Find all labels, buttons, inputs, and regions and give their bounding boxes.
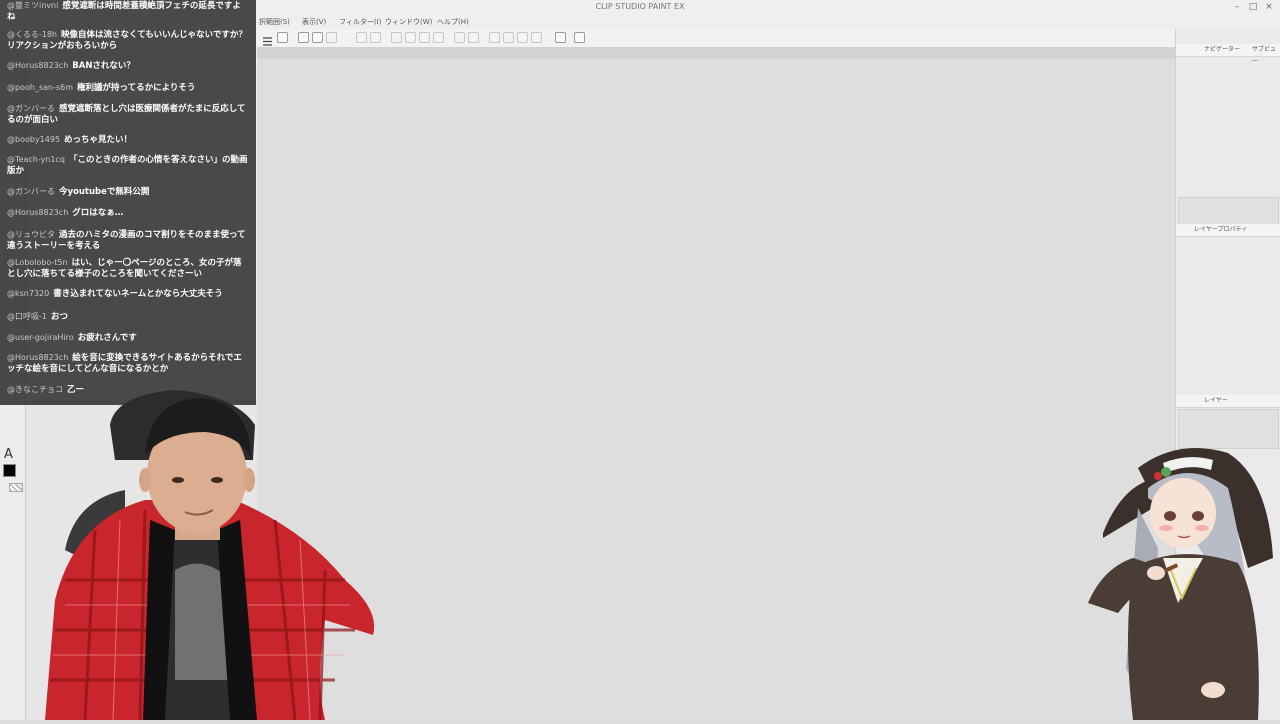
snap-perspective-icon[interactable] (531, 32, 542, 43)
chat-author: @Teach-yn1cq (7, 155, 65, 164)
chat-text: 書き込まれてないネームとかなら大丈夫そう (53, 289, 223, 299)
navigator-panel-header: ナビゲーター サブビュー (1176, 44, 1280, 65)
chat-message: @Teach-yn1cq 「このときの作者の心情を答えなさい」の動画版か (7, 154, 249, 177)
chat-message: @篁ミツinvni 感覚遮断は時間差蓋積絶頂フェチの延長ですよね (7, 0, 249, 23)
chat-author: @Horus8823ch (7, 61, 69, 70)
text-tool-icon[interactable]: A (4, 447, 13, 462)
chat-author: @Horus8823ch (7, 208, 69, 217)
open-file-icon[interactable] (312, 32, 323, 43)
chat-text: 権利議が持ってるかによりそう (77, 83, 196, 93)
chat-message: @booby1495 めっちゃ見たい！ (7, 134, 249, 146)
smartphone-icon[interactable] (555, 32, 566, 43)
transparent-color-swatch[interactable] (9, 483, 23, 492)
save-icon[interactable] (326, 32, 337, 43)
menu-help[interactable]: ヘルプ(H) (437, 17, 469, 27)
menu-window[interactable]: ウィンドウ(W) (385, 17, 432, 27)
chat-message: @pooh_san-s6m 権利議が持ってるかによりそう (7, 82, 249, 94)
subview-tab[interactable]: サブビュー (1252, 44, 1280, 68)
chat-message: @Horus8823ch 絵を音に変換できるサイトあるからそれでエッチな絵を音にし… (7, 352, 249, 375)
show-selection-icon[interactable] (489, 32, 500, 43)
chat-author: @ガンバーる (7, 187, 55, 196)
canvas-tab-strip (257, 47, 1175, 59)
layer-property-header: レイヤープロパティ (1176, 224, 1280, 237)
chat-message: @くるる-18h 映像自体は流さなくてもいいんじゃないですか？リアクションがおもろ… (7, 29, 249, 52)
chat-author: @Lobolobo-t5n (7, 258, 68, 267)
chat-message: @user-gojiraHiro お疲れさんです (7, 332, 249, 344)
chat-author: @ksn7320 (7, 289, 50, 298)
invert-selection-icon[interactable] (454, 32, 465, 43)
chat-author: @リュウビタ (7, 230, 55, 239)
chat-message: @口呼吸-1 おつ (7, 311, 249, 323)
chat-text: おつ (50, 312, 68, 322)
vtuber-avatar (1078, 438, 1278, 724)
command-bar (257, 29, 1175, 48)
undo-icon[interactable] (356, 32, 367, 43)
navigator-tab[interactable]: ナビゲーター (1204, 44, 1240, 56)
layer-tab[interactable]: レイヤー (1204, 395, 1228, 407)
chat-author: @pooh_san-s6m (7, 83, 74, 92)
fill-icon[interactable] (419, 32, 430, 43)
crop-icon[interactable] (468, 32, 479, 43)
chat-text: めっちゃ見たい！ (64, 135, 133, 145)
clear-icon[interactable] (391, 32, 402, 43)
chat-message: @ガンバーる 感覚遮断落とし穴は医療関係者がたまに反応してるのが面白い (7, 103, 249, 126)
live-chat-overlay: @篁ミツinvni 感覚遮断は時間差蓋積絶頂フェチの延長ですよね @くるる-18h… (0, 0, 256, 405)
snap-grid-icon[interactable] (517, 32, 528, 43)
chat-text: BANされない？ (72, 61, 135, 71)
chat-message: @ksn7320 書き込まれてないネームとかなら大丈夫そう (7, 288, 249, 300)
clip-studio-icon[interactable] (277, 32, 288, 43)
chat-author: @ガンバーる (7, 104, 55, 113)
layer-panel-header: レイヤー (1176, 395, 1280, 408)
chat-author: @篁ミツinvni (7, 1, 59, 10)
chat-text: グロはなぁ… (72, 208, 124, 218)
canvas-area[interactable] (257, 47, 1175, 720)
settings-icon[interactable] (574, 32, 585, 43)
menu-icon[interactable] (262, 32, 273, 46)
main-color-swatch[interactable] (3, 464, 16, 477)
new-file-icon[interactable] (298, 32, 309, 43)
chat-author: @くるる-18h (7, 30, 57, 39)
menu-view[interactable]: 表示(V) (302, 17, 326, 27)
menu-filter[interactable]: フィルター(I) (339, 17, 381, 27)
chat-message: @Horus8823ch BANされない？ (7, 60, 249, 72)
deselect-icon[interactable] (433, 32, 444, 43)
chat-message: @Lobolobo-t5n はい、じゃー〇ページのところ、女の子が落とし穴に落ちて… (7, 257, 249, 280)
transform-icon[interactable] (405, 32, 416, 43)
chat-author: @user-gojiraHiro (7, 333, 74, 342)
minimize-button[interactable]: – (1230, 1, 1244, 13)
close-button[interactable]: × (1262, 1, 1276, 13)
chat-author: @Horus8823ch (7, 353, 69, 362)
navigator-controls[interactable] (1178, 197, 1279, 225)
redo-icon[interactable] (370, 32, 381, 43)
chat-author: @口呼吸-1 (7, 312, 47, 321)
maximize-button[interactable]: □ (1246, 1, 1260, 13)
chat-message: @リュウビタ 過去のハミタの漫画のコマ割りをそのまま使って違うストーリーを考える (7, 229, 249, 252)
menu-select[interactable]: 択範囲(S) (259, 17, 290, 27)
chat-message: @ガンバーる 今youtubeで無料公開 (7, 186, 249, 198)
layer-property-tab[interactable]: レイヤープロパティ (1194, 224, 1247, 236)
snap-ruler-icon[interactable] (503, 32, 514, 43)
chat-author: @booby1495 (7, 135, 61, 144)
chat-message: @Horus8823ch グロはなぁ… (7, 207, 249, 219)
streamer-camera (25, 380, 385, 724)
chat-text: お疲れさんです (77, 333, 137, 343)
chat-text: 今youtubeで無料公開 (59, 187, 150, 197)
